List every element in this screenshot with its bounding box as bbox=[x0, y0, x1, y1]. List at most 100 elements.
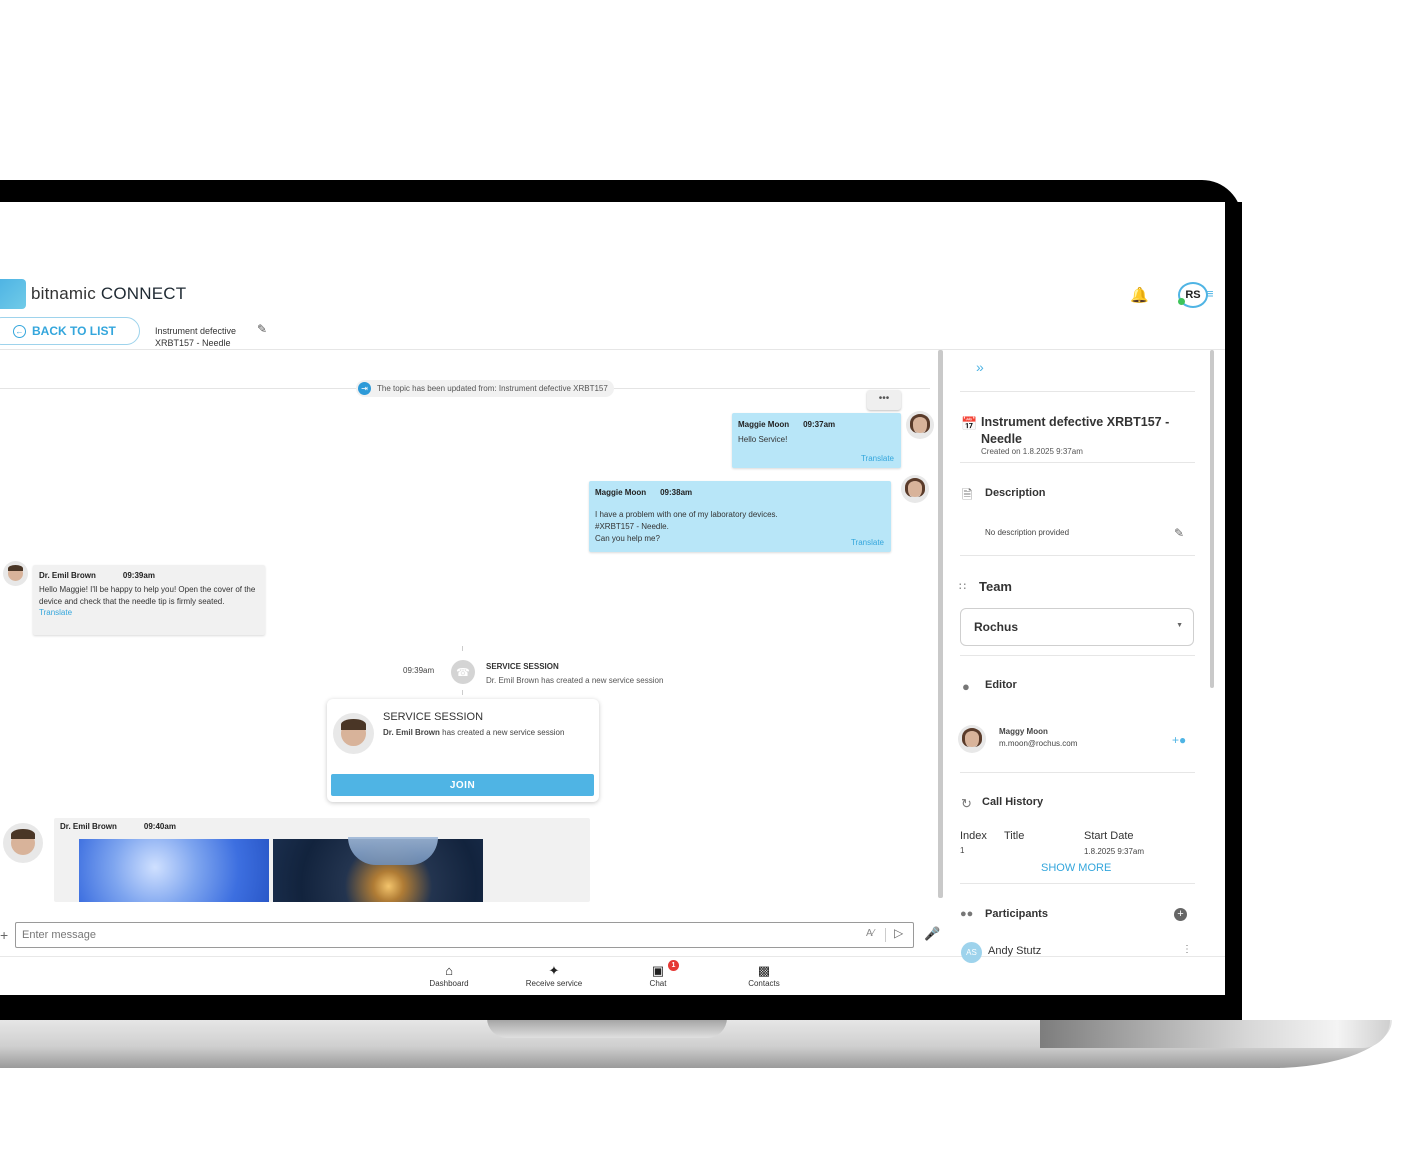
logo-icon bbox=[0, 279, 26, 309]
back-label: BACK TO LIST bbox=[32, 324, 116, 338]
composer-separator bbox=[885, 928, 886, 942]
nav-label: Chat bbox=[649, 979, 667, 988]
show-more-link[interactable]: SHOW MORE bbox=[1041, 862, 1111, 874]
call-history-heading: Call History bbox=[982, 796, 1044, 808]
edit-topic-pencil-icon[interactable]: ✎ bbox=[257, 322, 267, 336]
collapse-panel-icon[interactable]: » bbox=[976, 359, 984, 375]
description-heading: Description bbox=[985, 487, 1046, 499]
panel-divider bbox=[960, 772, 1195, 773]
chat-message-outgoing: Maggie Moon 09:37am Hello Service! Transl… bbox=[732, 413, 901, 468]
participants-heading: Participants bbox=[985, 908, 1048, 920]
message-author: Dr. Emil Brown bbox=[60, 822, 117, 831]
history-row-start: 1.8.2025 9:37am bbox=[1084, 847, 1145, 856]
needle-image[interactable] bbox=[273, 837, 483, 902]
nav-divider bbox=[0, 956, 1225, 957]
headset-icon: ☎ bbox=[451, 660, 475, 684]
translate-link[interactable]: Translate bbox=[39, 608, 259, 617]
brand-bold: CONNECT bbox=[100, 284, 187, 303]
topic-line-1: Instrument defective bbox=[155, 326, 237, 336]
message-time: 09:40am bbox=[143, 822, 176, 831]
editor-heading: Editor bbox=[985, 679, 1017, 691]
message-author: Maggie Moon bbox=[595, 488, 647, 497]
laptop-notch bbox=[487, 1018, 727, 1038]
column-header-index: Index bbox=[960, 830, 987, 842]
bezel-right-edge bbox=[1225, 202, 1242, 1002]
add-editor-icon[interactable]: +● bbox=[1172, 733, 1186, 747]
timeline-tick bbox=[462, 690, 463, 695]
attach-plus-icon[interactable]: + bbox=[0, 927, 8, 943]
topic-update-notice: ⇥ The topic has been updated from: Instr… bbox=[356, 380, 614, 397]
person-icon: ● bbox=[962, 679, 970, 694]
nav-chat[interactable]: ▣ Chat bbox=[645, 963, 671, 988]
more-options-icon[interactable]: ••• bbox=[867, 390, 901, 410]
microphone-icon[interactable]: 🎤 bbox=[924, 926, 940, 942]
message-header: Dr. Emil Brown 09:40am bbox=[60, 822, 176, 831]
editor-email: m.moon@rochus.com bbox=[999, 739, 1078, 748]
avatar-maggie-moon bbox=[901, 475, 929, 503]
chat-message-outgoing: Maggie Moon 09:38am I have a problem with… bbox=[589, 481, 891, 552]
menu-icon[interactable]: ≡ bbox=[1206, 286, 1214, 301]
laptop-base-edge bbox=[1040, 1020, 1390, 1048]
message-input-field[interactable] bbox=[15, 922, 914, 948]
join-button[interactable]: JOIN bbox=[331, 774, 594, 796]
topic-title: Instrument defective XRBT157 - Needle bbox=[155, 325, 236, 349]
dropdown-caret-icon: ▼ bbox=[1176, 622, 1183, 629]
home-icon: ⌂ bbox=[445, 963, 453, 978]
chat-unread-badge: 1 bbox=[668, 960, 679, 971]
session-event-title: SERVICE SESSION bbox=[486, 662, 559, 671]
chat-scrollbar[interactable] bbox=[938, 350, 943, 898]
topic-line-2: XRBT157 - Needle bbox=[155, 338, 231, 348]
bezel-bottom-edge bbox=[0, 995, 1242, 1020]
message-line: #XRBT157 - Needle. bbox=[595, 522, 669, 531]
team-select[interactable]: Rochus ▼ bbox=[960, 608, 1194, 646]
nav-receive-service[interactable]: ✦ Receive service bbox=[521, 963, 587, 988]
history-row-index: 1 bbox=[960, 846, 965, 855]
session-event-time: 09:39am bbox=[403, 666, 435, 675]
message-header: Maggie Moon 09:37am bbox=[738, 420, 895, 429]
contacts-icon: ▩ bbox=[757, 963, 771, 978]
avatar-emil-brown bbox=[3, 561, 28, 586]
notification-bell-icon[interactable]: 🔔 bbox=[1130, 286, 1149, 304]
session-card-author: Dr. Emil Brown bbox=[383, 728, 440, 737]
avatar-emil-brown bbox=[3, 823, 43, 863]
participant-more-icon[interactable]: ⋮ bbox=[1182, 944, 1192, 955]
send-icon[interactable]: ▷ bbox=[894, 926, 903, 940]
message-author: Maggie Moon bbox=[738, 420, 790, 429]
spellcheck-icon[interactable]: A⁄ bbox=[866, 928, 874, 939]
session-event-text: Dr. Emil Brown has created a new service… bbox=[486, 676, 664, 685]
message-author: Dr. Emil Brown bbox=[39, 571, 96, 580]
session-card-text: Dr. Emil Brown has created a new service… bbox=[383, 727, 573, 738]
translate-link[interactable]: Translate bbox=[851, 538, 884, 547]
brand-light: bitnamic bbox=[31, 284, 96, 303]
edit-description-pencil-icon[interactable]: ✎ bbox=[1174, 526, 1184, 540]
person-service-icon: ✦ bbox=[548, 963, 560, 978]
panel-divider bbox=[960, 655, 1195, 656]
panel-divider bbox=[960, 883, 1195, 884]
arrow-back-icon: ← bbox=[13, 324, 26, 338]
column-header-start-date: Start Date bbox=[1084, 830, 1134, 842]
editor-avatar bbox=[958, 725, 986, 753]
topic-update-text: The topic has been updated from: Instrum… bbox=[377, 384, 608, 393]
add-participant-icon[interactable]: + bbox=[1174, 908, 1187, 921]
team-heading: Team bbox=[979, 579, 1012, 594]
details-scrollbar[interactable] bbox=[1210, 350, 1214, 688]
lab-device-image[interactable] bbox=[79, 839, 269, 902]
back-to-list-button[interactable]: ← BACK TO LIST bbox=[0, 317, 140, 345]
online-status-dot bbox=[1178, 298, 1185, 305]
timeline-tick bbox=[462, 646, 463, 651]
document-icon: 🗎 bbox=[962, 487, 973, 502]
session-card-title: SERVICE SESSION bbox=[383, 711, 484, 723]
nav-label: Contacts bbox=[748, 979, 780, 988]
message-line: I have a problem with one of my laborato… bbox=[595, 510, 778, 519]
avatar-emil-brown bbox=[333, 713, 374, 754]
nav-contacts[interactable]: ▩ Contacts bbox=[744, 963, 784, 988]
message-input[interactable] bbox=[16, 923, 844, 947]
topic-change-icon: ⇥ bbox=[358, 382, 371, 395]
chat-icon: ▣ bbox=[651, 963, 665, 978]
participant-name: Andy Stutz bbox=[988, 945, 1042, 957]
panel-divider bbox=[960, 391, 1195, 392]
message-header: Dr. Emil Brown 09:39am bbox=[39, 571, 259, 580]
nav-dashboard[interactable]: ⌂ Dashboard bbox=[426, 963, 472, 988]
participant-avatar: AS bbox=[961, 942, 982, 963]
translate-link[interactable]: Translate bbox=[861, 454, 894, 463]
